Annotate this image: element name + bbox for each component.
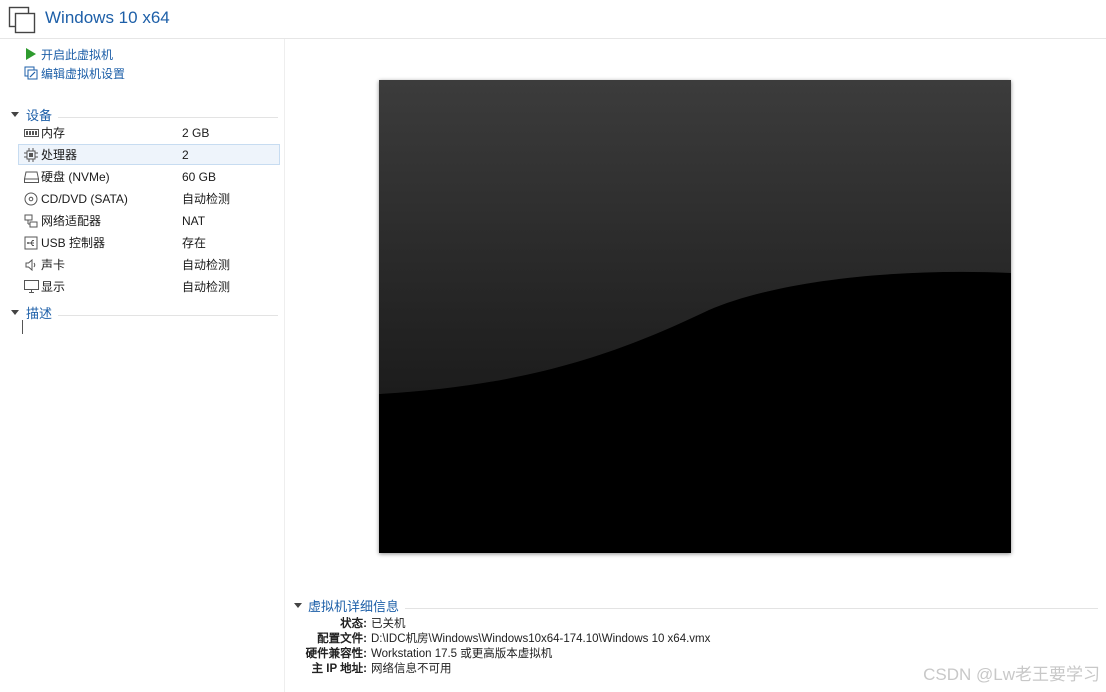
detail-row-status: 状态: 已关机	[296, 615, 896, 630]
detail-value: Workstation 17.5 或更高版本虚拟机	[371, 647, 553, 660]
detail-row-hardware-compat: 硬件兼容性: Workstation 17.5 或更高版本虚拟机	[296, 645, 896, 660]
detail-value: D:\IDC机房\Windows\Windows10x64-174.10\Win…	[371, 632, 711, 645]
cd-dvd-icon	[23, 192, 39, 206]
device-list: 内存 2 GB 处理器 2 硬盘 (NVMe) 60 GB CD/DVD (SA…	[18, 122, 280, 298]
device-value: 自动检测	[182, 258, 231, 272]
device-row-processor[interactable]: 处理器 2	[18, 144, 280, 165]
device-value: 2	[182, 147, 189, 162]
vm-sidebar: 开启此虚拟机 编辑虚拟机设置 设备 内存 2 GB 处理器 2 硬盘 (NVMe…	[0, 39, 285, 692]
device-value: 存在	[182, 236, 207, 250]
power-on-vm-label: 开启此虚拟机	[41, 47, 114, 62]
detail-label: 状态:	[340, 617, 367, 630]
device-value: 2 GB	[182, 125, 210, 140]
detail-value: 已关机	[371, 617, 406, 630]
device-name: 网络适配器	[41, 214, 102, 228]
device-row-hard-disk[interactable]: 硬盘 (NVMe) 60 GB	[18, 166, 280, 187]
device-value: 自动检测	[182, 192, 231, 206]
device-name: 内存	[41, 126, 66, 140]
vm-details: 状态: 已关机 配置文件: D:\IDC机房\Windows\Windows10…	[296, 615, 896, 675]
memory-icon	[23, 126, 39, 140]
device-row-network-adapter[interactable]: 网络适配器 NAT	[18, 210, 280, 231]
vm-details-section-toggle[interactable]: 虚拟机详细信息	[294, 596, 1098, 614]
description-heading: 描述	[26, 305, 53, 321]
device-row-sound-card[interactable]: 声卡 自动检测	[18, 254, 280, 275]
edit-vm-settings-link[interactable]: 编辑虚拟机设置	[24, 64, 125, 82]
device-row-usb-controller[interactable]: USB 控制器 存在	[18, 232, 280, 253]
vm-details-heading: 虚拟机详细信息	[308, 598, 400, 614]
device-name: 显示	[41, 280, 66, 294]
watermark: CSDN @Lw老王要学习	[923, 665, 1100, 684]
hard-disk-icon	[23, 170, 39, 184]
device-name: 硬盘 (NVMe)	[41, 170, 110, 184]
detail-label: 配置文件:	[317, 632, 367, 645]
device-name: USB 控制器	[41, 236, 106, 250]
section-divider	[58, 314, 278, 316]
device-row-memory[interactable]: 内存 2 GB	[18, 122, 280, 143]
vm-title: Windows 10 x64	[45, 8, 170, 27]
network-adapter-icon	[23, 214, 39, 228]
vm-screen-preview[interactable]	[379, 80, 1011, 553]
detail-value: 网络信息不可用	[371, 662, 452, 675]
power-on-vm-link[interactable]: 开启此虚拟机	[24, 45, 113, 63]
processor-icon	[23, 147, 39, 162]
detail-label: 主 IP 地址:	[311, 662, 367, 675]
device-name: CD/DVD (SATA)	[41, 191, 128, 206]
detail-row-ip-address: 主 IP 地址: 网络信息不可用	[296, 660, 896, 675]
vm-icon	[8, 6, 36, 34]
collapse-triangle-icon	[11, 309, 19, 315]
edit-settings-icon	[24, 66, 38, 80]
device-row-cd-dvd[interactable]: CD/DVD (SATA) 自动检测	[18, 188, 280, 209]
device-name: 处理器	[41, 148, 78, 162]
edit-vm-settings-label: 编辑虚拟机设置	[41, 66, 126, 81]
vm-header: Windows 10 x64	[0, 0, 1106, 39]
device-value: 60 GB	[182, 169, 217, 184]
collapse-triangle-icon	[294, 602, 302, 608]
usb-controller-icon	[23, 236, 39, 250]
device-name: 声卡	[41, 258, 66, 272]
display-icon	[23, 280, 39, 294]
section-divider	[405, 607, 1098, 609]
detail-label: 硬件兼容性:	[305, 647, 367, 660]
section-divider	[58, 116, 278, 118]
description-text-cursor[interactable]	[22, 320, 23, 334]
play-icon	[24, 47, 38, 61]
device-value: NAT	[182, 213, 206, 228]
device-value: 自动检测	[182, 280, 231, 294]
description-section-toggle[interactable]: 描述	[10, 303, 278, 321]
detail-row-config-file: 配置文件: D:\IDC机房\Windows\Windows10x64-174.…	[296, 630, 896, 645]
collapse-triangle-icon	[11, 111, 19, 117]
devices-heading: 设备	[26, 107, 53, 123]
sound-card-icon	[23, 258, 39, 272]
device-row-display[interactable]: 显示 自动检测	[18, 276, 280, 297]
devices-section-toggle[interactable]: 设备	[10, 105, 278, 123]
